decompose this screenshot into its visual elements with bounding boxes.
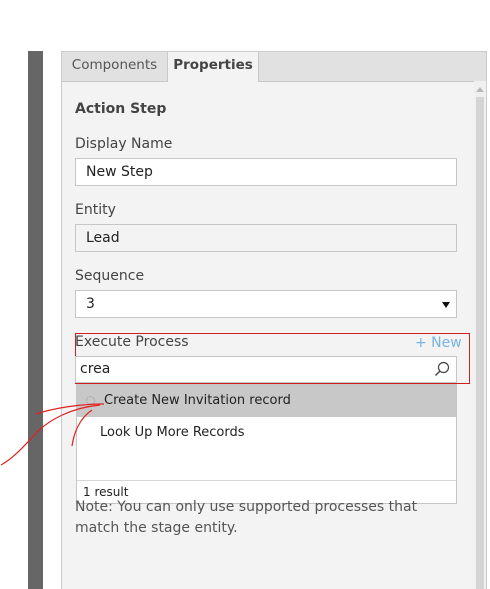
entity-label: Entity [75,202,116,218]
scroll-up-arrow-icon[interactable] [476,87,484,92]
display-name-label: Display Name [75,136,173,152]
vertical-scrollbar[interactable] [474,81,486,589]
sequence-label: Sequence [75,268,145,284]
new-process-link[interactable]: + New [415,335,462,351]
tab-properties[interactable]: Properties [167,52,259,82]
sequence-value: 3 [86,296,95,312]
tab-bar: Components Properties [62,52,486,82]
display-name-field[interactable]: New Step [75,158,457,186]
note-text: Note: You can only use supported process… [75,499,418,536]
sequence-select[interactable]: 3 [75,290,457,318]
lookup-results-dropdown: Create New Invitation record Look Up Mor… [76,384,457,504]
tab-components[interactable]: Components [62,52,167,81]
lookup-result-item[interactable]: Create New Invitation record [77,385,456,417]
execute-process-search-input[interactable]: crea [75,356,457,383]
look-up-more-records-link[interactable]: Look Up More Records [77,417,456,449]
lookup-result-label: Create New Invitation record [104,393,291,408]
chevron-down-icon [442,302,450,308]
section-heading: Action Step [75,101,167,117]
search-input-value: crea [80,361,111,377]
left-sidebar-bar [28,51,43,589]
spinner-icon [86,396,95,405]
scrollbar-thumb[interactable] [476,97,484,589]
look-up-more-label: Look Up More Records [100,425,245,440]
search-icon[interactable] [434,361,450,377]
entity-field: Lead [75,224,457,252]
